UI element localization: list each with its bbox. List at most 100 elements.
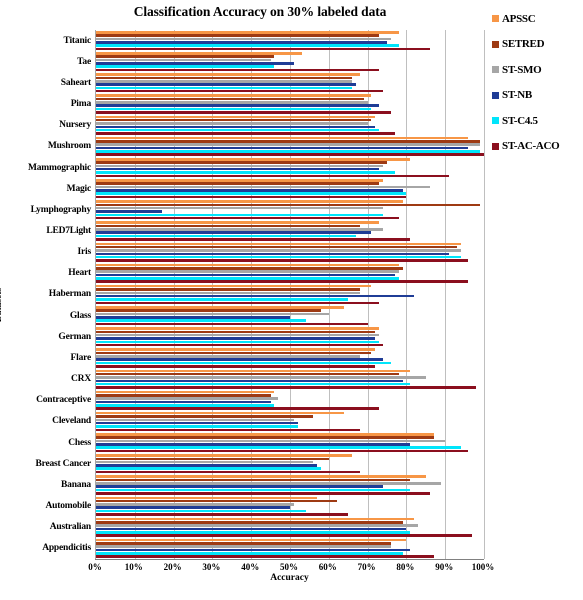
chart-row: Flare — [71, 347, 484, 368]
plot-area: Titanic Tae Saheart Pima Nursery Mushroom Mamm… — [28, 30, 485, 559]
legend-item[interactable]: APSSC — [492, 6, 583, 32]
bar-setred — [96, 97, 364, 101]
chart-row: Tae — [77, 51, 484, 72]
bar-st-ac-aco — [96, 534, 473, 537]
legend-item[interactable]: ST-AC-ACO — [492, 134, 583, 160]
chart-row: Heart — [68, 263, 484, 284]
y-axis-category-label: Banana — [61, 479, 91, 490]
bar-st-nb — [96, 443, 411, 446]
y-axis-category-label: Pima — [70, 99, 92, 110]
chart-title: Classification Accuracy on 30% labeled d… — [133, 4, 387, 19]
bar-st-smo — [96, 482, 442, 485]
y-axis-category-label: Haberman — [48, 289, 91, 300]
bar-apssc — [96, 242, 461, 246]
chart-row: Titanic — [64, 30, 484, 51]
bar-apssc — [96, 200, 403, 203]
classification-accuracy-chart: Classification Accuracy on 30% labeled d… — [0, 0, 583, 600]
bar-st-c4-5 — [96, 382, 411, 386]
legend-item-label: APSSC — [502, 12, 536, 25]
bar-st-nb — [96, 294, 415, 298]
bar-st-nb — [96, 104, 380, 107]
y-axis-category-label: German — [58, 331, 91, 342]
bar-st-c4-5 — [96, 552, 403, 555]
y-axis-category-label: Chess — [68, 437, 91, 448]
bar-st-ac-aco — [96, 89, 384, 93]
bar-st-c4-5 — [96, 467, 322, 471]
bar-st-nb — [96, 83, 356, 86]
bar-setred — [96, 394, 271, 397]
bar-st-ac-aco — [96, 195, 407, 199]
y-axis-category-label: Iris — [77, 247, 92, 258]
bar-apssc — [96, 52, 302, 55]
bar-st-nb — [96, 358, 384, 361]
bar-setred — [96, 330, 376, 334]
bar-st-ac-aco — [96, 259, 469, 262]
x-axis-title: Accuracy — [270, 573, 309, 583]
y-axis-category-label: Mammographic — [27, 162, 91, 173]
bar-setred — [96, 351, 372, 355]
legend-item[interactable]: ST-C4.5 — [492, 108, 583, 134]
bar-apssc — [96, 538, 407, 542]
chart-row: Chess — [68, 432, 484, 453]
y-axis-category-label: Appendicitis — [42, 543, 91, 554]
bar-st-nb — [96, 210, 162, 213]
legend-swatch-icon — [492, 142, 499, 150]
bar-st-smo — [96, 206, 384, 210]
bar-st-smo — [96, 228, 384, 231]
y-axis-category-label: Breast Cancer — [35, 458, 91, 469]
bar-st-ac-aco — [96, 111, 391, 114]
bar-st-nb — [96, 167, 380, 171]
chart-row: Banana — [61, 474, 484, 495]
bar-st-ac-aco — [96, 343, 384, 347]
bar-st-smo — [96, 355, 360, 358]
bar-apssc — [96, 157, 411, 161]
bar-st-smo — [96, 79, 353, 83]
bar-st-ac-aco — [96, 386, 477, 389]
bar-apssc — [96, 517, 415, 521]
x-axis-tick: 90% — [435, 562, 454, 572]
chart-row: Nursery — [59, 115, 484, 136]
bar-st-ac-aco — [96, 238, 411, 241]
bar-st-smo — [96, 164, 384, 168]
bar-st-ac-aco — [96, 365, 376, 368]
bar-st-c4-5 — [96, 192, 407, 195]
y-axis-category-label: Flare — [70, 352, 92, 363]
bar-setred — [96, 499, 337, 503]
bar-st-c4-5 — [96, 65, 275, 68]
bar-st-c4-5 — [96, 319, 306, 322]
chart-row: Saheart — [61, 72, 484, 93]
y-axis-category-label: Automobile — [45, 501, 91, 512]
bar-st-smo — [96, 418, 294, 422]
bar-st-c4-5 — [96, 298, 349, 301]
bar-st-c4-5 — [96, 107, 372, 111]
legend-item[interactable]: SETRED — [492, 32, 583, 58]
bar-setred — [96, 76, 353, 80]
bar-setred — [96, 203, 481, 207]
bar-st-smo — [96, 122, 368, 125]
bar-st-smo — [96, 143, 481, 146]
y-axis-category-label: Australian — [49, 522, 91, 533]
y-axis-category-label: Mushroom — [47, 141, 91, 152]
legend-item-label: ST-SMO — [502, 63, 542, 76]
legend-item[interactable]: ST-SMO — [492, 57, 583, 83]
bar-st-c4-5 — [96, 171, 395, 174]
bar-st-nb — [96, 527, 407, 531]
bar-st-nb — [96, 189, 403, 192]
bar-st-c4-5 — [96, 509, 306, 513]
bar-st-ac-aco — [96, 132, 395, 135]
bar-apssc — [96, 454, 353, 457]
bar-st-ac-aco — [96, 407, 380, 410]
chart-row: German — [58, 326, 484, 347]
bar-st-nb — [96, 548, 411, 552]
legend-swatch-icon — [492, 40, 499, 48]
chart-row: Australian — [50, 517, 484, 538]
bar-st-ac-aco — [96, 428, 360, 432]
chart-legend: APSSC SETRED ST-SMO ST-NB ST-C4.5 ST-AC-ACO — [492, 6, 583, 159]
bar-apssc — [96, 263, 399, 267]
legend-item[interactable]: ST-NB — [492, 83, 583, 109]
y-axis-category-label: Titanic — [63, 35, 92, 46]
x-axis-tick: 50% — [280, 562, 298, 572]
bar-setred — [96, 182, 380, 185]
bar-apssc — [96, 73, 360, 76]
gridline — [484, 30, 485, 559]
